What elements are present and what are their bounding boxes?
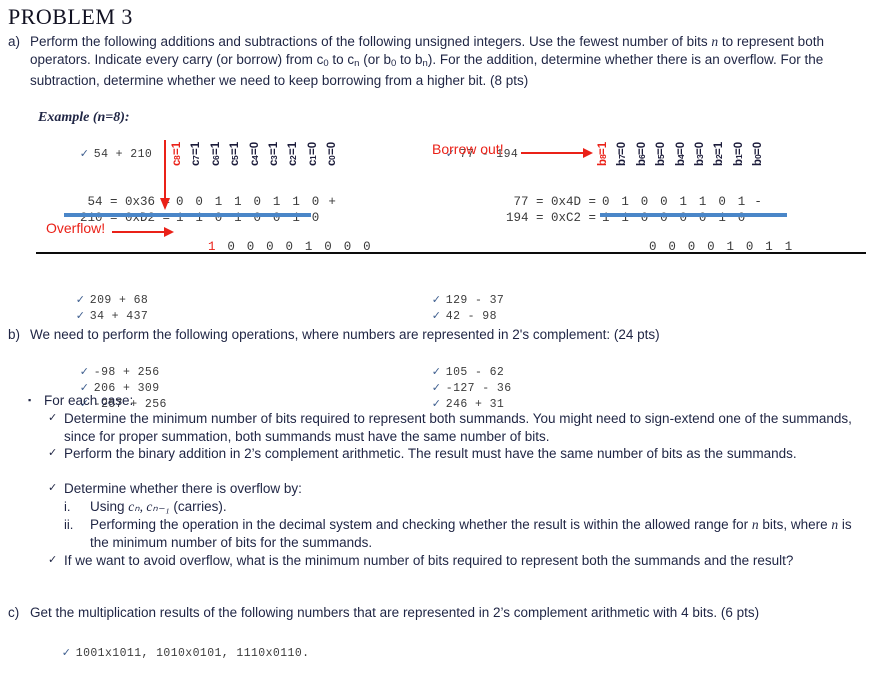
borrow-label-b1: b 1 =0 (732, 141, 745, 167)
part-a-paragraph: a) Perform the following additions and s… (8, 33, 870, 90)
practice-left-text-1: 34 + 437 (89, 310, 149, 323)
roman-0-pre: Using (90, 499, 129, 514)
example-label: Example (n=8): (38, 110, 130, 125)
check-icon: ✓ (48, 482, 58, 494)
borrow-label-b0: b 0 =0 (752, 141, 765, 167)
part-c-paragraph: c) Get the multiplication results of the… (8, 604, 870, 622)
part-a-text: Perform the following additions and subt… (30, 33, 870, 90)
addition-carry-labels: c 8 =1 c 7 =1 c 6 =1 c 5 =1 c 4 =0 c 3 =1 c 2 =1 c 1 =0 c 0 =0 (168, 130, 343, 178)
roman-1-post: bits, where (758, 517, 832, 532)
borrow-label-b2: b 2 =1 (713, 141, 726, 167)
part-b-check-item-2: ✓ Determine whether there is overflow by… (48, 480, 868, 498)
roman-1-pre: Performing the operation in the decimal … (90, 517, 752, 532)
part-b-check-text-2: Determine whether there is overflow by: (64, 481, 302, 496)
borrow-label-b5: b 5 =0 (655, 141, 668, 167)
carry-label-c2: c 2 =1 (287, 141, 300, 167)
carry-label-c6: c 6 =1 (209, 141, 222, 167)
part-c-text: Get the multiplication results of the fo… (30, 605, 760, 620)
check-icon: ✓ (75, 310, 85, 322)
part-b-final-check-item: ✓ If we want to avoid overflow, what is … (48, 552, 868, 570)
subtraction-result-row: 00001011 (613, 226, 798, 268)
part-b-check-text-0: Determine the minimum number of bits req… (64, 411, 852, 444)
check-icon: ✓ (48, 554, 58, 566)
part-b-roman-marker-1: ii. (64, 517, 74, 532)
part-b-roman-item-0: i. Using cₙ, cₙ₋₁ (carries). (64, 498, 864, 516)
subtraction-operator-sign: - (754, 195, 762, 209)
addition-result-separator (64, 213, 311, 217)
addition-example-title: 54 + 210 (93, 148, 153, 161)
borrow-label-b6: b 6 =0 (635, 141, 648, 167)
subtraction-operand-2-label: 194 = 0xC2 = (506, 211, 597, 225)
borrow-out-arrow-icon (521, 148, 593, 158)
overflow-arrow-icon (112, 227, 174, 237)
carry-label-c5: c 5 =1 (229, 141, 242, 167)
overflow-annotation: Overflow! (46, 220, 106, 236)
for-each-case-text: For each case: (44, 393, 134, 408)
part-c-marker: c) (8, 605, 20, 620)
part-a-text-5: to b (396, 51, 423, 67)
part-a-text-3: to c (328, 51, 355, 67)
part-b-marker: b) (8, 327, 21, 342)
part-b-roman-marker-0: i. (64, 499, 71, 514)
borrow-label-b4: b 4 =0 (674, 141, 687, 167)
part-c-items-text: 1001x1011, 1010x0101, 1110x0110. (75, 647, 310, 660)
borrow-label-b7: b 7 =0 (616, 141, 629, 167)
part-b-roman-text-1: Performing the operation in the decimal … (90, 516, 864, 551)
roman-0-math: cₙ, cₙ₋₁ (128, 499, 170, 514)
carry-label-c1: c 1 =0 (306, 141, 319, 167)
part-a-text-4: (or b (359, 51, 391, 67)
part-a-text-1: Perform the following additions and subt… (30, 34, 712, 49)
roman-0-post: (carries). (169, 499, 227, 514)
borrow-out-annotation: Borrow out! (432, 141, 504, 157)
check-icon: ✓ (61, 647, 71, 659)
check-icon: ✓ (79, 148, 89, 160)
carry-down-arrow-icon (160, 140, 170, 210)
part-b-check-item-1: ✓ Perform the binary addition in 2’s com… (48, 445, 868, 463)
for-each-case-bullet-item: ▪ For each case: (28, 392, 868, 410)
check-icon: ✓ (431, 310, 441, 322)
part-b-text: We need to perform the following operati… (30, 327, 660, 342)
roman-1-math: n (751, 517, 759, 532)
part-b-paragraph: b) We need to perform the following oper… (8, 326, 870, 344)
document-page: PROBLEM 3 a) Perform the following addit… (0, 0, 880, 677)
subtraction-borrow-labels: b 8 =1 b 7 =0 b 6 =0 b 5 =0 b 4 =0 b 3 =0 b 2 =1 b 1 =0 b 0 =0 (594, 130, 769, 178)
part-a-marker: a) (8, 34, 21, 49)
carry-label-c3: c 3 =1 (267, 141, 280, 167)
part-b-roman-text-0: Using cₙ, cₙ₋₁ (carries). (90, 498, 227, 516)
addition-result-row: 100001000 (172, 226, 377, 268)
carry-label-c7: c 7 =1 (190, 141, 203, 167)
addition-operator-sign: + (328, 195, 336, 209)
section-divider (36, 252, 866, 254)
check-icon: ✓ (48, 412, 58, 424)
subtraction-result-separator (600, 213, 787, 217)
carry-label-c0: c 0 =0 (326, 141, 339, 167)
part-b-roman-item-1: ii. Performing the operation in the deci… (64, 516, 864, 551)
addition-example-heading: ✓ 54 + 210 (62, 126, 152, 180)
practice-right-text-1: 42 - 98 (445, 310, 497, 323)
part-b-check-item-0: ✓ Determine the minimum number of bits r… (48, 410, 868, 445)
part-b-final-check-text: If we want to avoid overflow, what is th… (64, 553, 794, 568)
part-c-items: ✓ 1001x1011, 1010x0101, 1110x0110. (44, 625, 309, 679)
page-title: PROBLEM 3 (8, 4, 133, 29)
square-bullet-icon: ▪ (28, 395, 32, 405)
carry-label-c4: c 4 =0 (248, 141, 261, 167)
borrow-label-b3: b 3 =0 (693, 141, 706, 167)
borrow-label-b8: b 8 =1 (596, 141, 609, 167)
part-b-check-text-1: Perform the binary addition in 2’s compl… (64, 446, 797, 461)
check-icon: ✓ (48, 447, 58, 459)
